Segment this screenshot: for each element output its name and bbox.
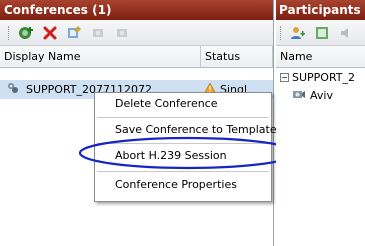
column-status[interactable]: Status [201,46,273,67]
menu-item-conference-properties[interactable]: Conference Properties [95,174,271,196]
disabled-action-icon-1[interactable] [89,24,107,42]
new-conference-icon[interactable] [17,24,35,42]
column-display-name[interactable]: Display Name [0,46,201,67]
menu-divider [97,171,269,172]
toolbar-grip [8,25,11,40]
conferences-title: Conferences (1) [0,0,273,20]
menu-item-abort-h239[interactable]: Abort H.239 Session [95,145,271,167]
participant-group-label: SUPPORT_2 [292,70,356,84]
participants-column-name[interactable]: Name [276,46,365,68]
toolbar-grip [280,25,283,40]
participants-title: Participants [276,0,365,20]
conferences-toolbar [0,20,273,46]
conference-settings-icon[interactable] [65,24,83,42]
participant-row[interactable]: Aviv [276,86,365,104]
participants-toolbar [276,20,365,46]
participants-panel: Participants Name − SUPPORT_2 Aviv [276,0,365,246]
conference-icon [6,81,20,98]
menu-item-delete-conference[interactable]: Delete Conference [95,93,271,115]
add-participant-icon[interactable] [289,24,307,42]
participant-group-row[interactable]: − SUPPORT_2 [276,68,365,86]
context-menu: Delete Conference Save Conference to Tem… [94,92,277,202]
participant-icon [292,87,306,104]
audio-icon[interactable] [337,24,355,42]
participant-properties-icon[interactable] [313,24,331,42]
delete-conference-icon[interactable] [41,24,59,42]
collapse-icon[interactable]: − [280,72,289,82]
menu-divider [97,143,269,144]
menu-divider [97,117,269,118]
conferences-column-header: Display Name Status [0,46,273,68]
participant-name: Aviv [310,88,333,102]
disabled-action-icon-2[interactable] [113,24,131,42]
menu-item-save-to-template[interactable]: Save Conference to Template [95,119,277,141]
